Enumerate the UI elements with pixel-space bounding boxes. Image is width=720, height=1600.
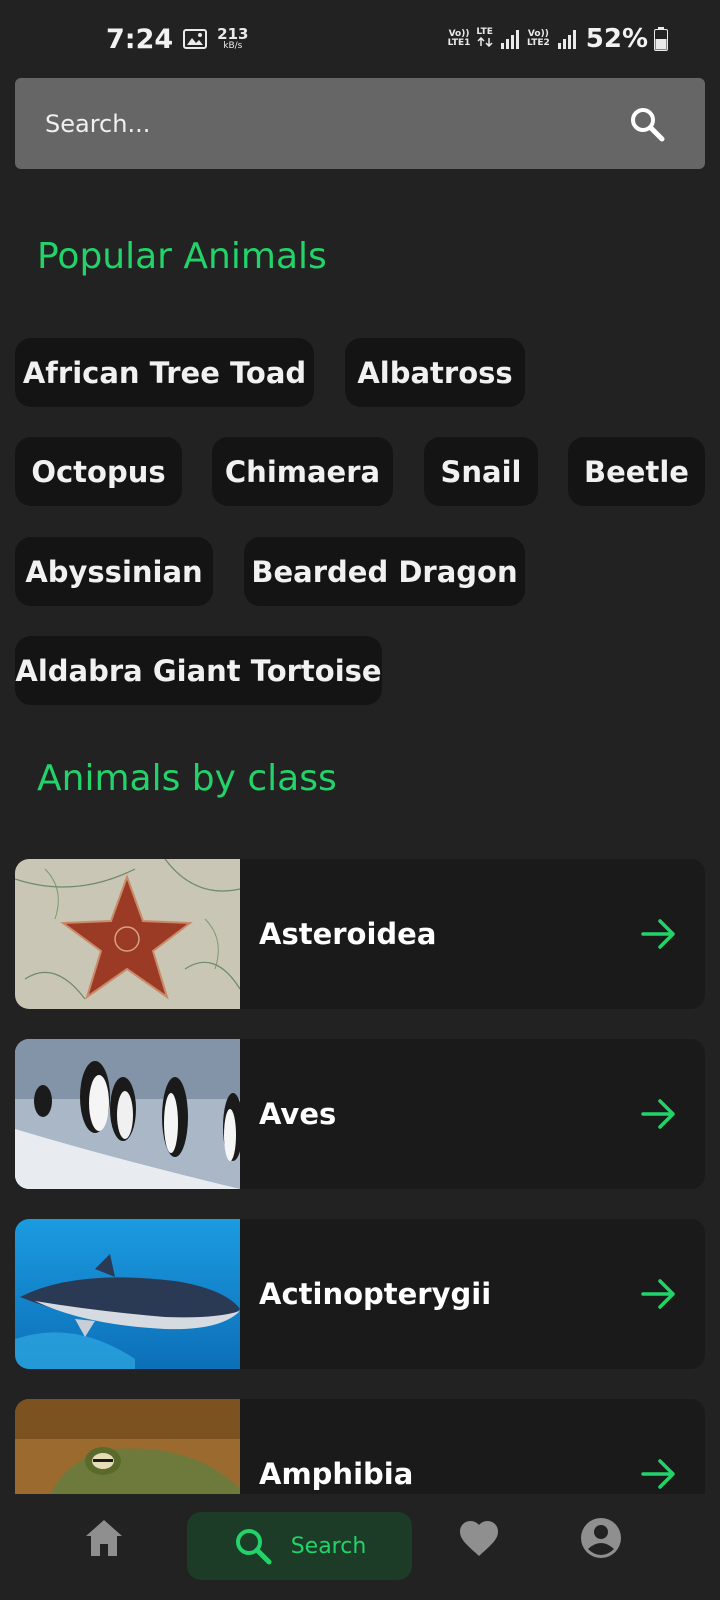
lte-label: LTE bbox=[476, 26, 493, 37]
network-speed-value: 213 bbox=[217, 25, 249, 43]
animals-by-class-title: Animals by class bbox=[37, 758, 337, 799]
network-speed-unit: kB/s bbox=[223, 41, 243, 51]
class-card-actinopterygii[interactable]: Actinopterygii bbox=[15, 1219, 705, 1369]
class-name: Asteroidea bbox=[259, 917, 437, 951]
arrow-right-icon bbox=[641, 1459, 675, 1489]
nav-favorites[interactable] bbox=[455, 1514, 503, 1562]
chip-abyssinian[interactable]: Abyssinian bbox=[15, 537, 213, 606]
search-icon bbox=[235, 1529, 272, 1565]
profile-icon bbox=[581, 1518, 621, 1558]
network-speed: 213 kB/s bbox=[217, 27, 248, 51]
penguins-photo bbox=[15, 1039, 240, 1189]
chip-bearded-dragon[interactable]: Bearded Dragon bbox=[244, 537, 525, 606]
heart-icon bbox=[460, 1521, 498, 1556]
class-name: Actinopterygii bbox=[259, 1277, 492, 1311]
chip-snail[interactable]: Snail bbox=[424, 437, 538, 506]
home-icon bbox=[86, 1520, 122, 1556]
class-card-asteroidea[interactable]: Asteroidea bbox=[15, 859, 705, 1009]
class-name: Amphibia bbox=[259, 1457, 414, 1491]
popular-animals-title: Popular Animals bbox=[37, 236, 327, 277]
arrow-right-icon bbox=[641, 1279, 675, 1309]
chip-african-tree-toad[interactable]: African Tree Toad bbox=[15, 338, 314, 407]
nav-home[interactable] bbox=[80, 1514, 128, 1562]
signal-strength-icon bbox=[557, 30, 576, 49]
signal-strength-icon bbox=[500, 30, 519, 49]
nav-search-label: Search bbox=[290, 1533, 367, 1559]
data-arrows-icon bbox=[477, 36, 493, 48]
nav-search[interactable]: Search bbox=[187, 1512, 412, 1580]
status-right: Vo)) LTE1 LTE Vo)) LTE2 52% bbox=[448, 24, 668, 54]
starfish-photo bbox=[15, 859, 240, 1009]
class-name: Aves bbox=[259, 1097, 337, 1131]
arrow-right-icon bbox=[641, 1099, 675, 1129]
sim1-label-bottom: LTE1 bbox=[447, 38, 471, 48]
chip-chimaera[interactable]: Chimaera bbox=[212, 437, 393, 506]
search-icon[interactable] bbox=[627, 104, 667, 144]
bottom-navigation: Search bbox=[0, 1494, 720, 1600]
tuna-photo bbox=[15, 1219, 240, 1369]
class-card-aves[interactable]: Aves bbox=[15, 1039, 705, 1189]
nav-profile[interactable] bbox=[577, 1514, 625, 1562]
chip-albatross[interactable]: Albatross bbox=[345, 338, 525, 407]
sim2-label-bottom: LTE2 bbox=[526, 38, 550, 48]
battery-percentage: 52% bbox=[585, 24, 648, 54]
status-bar: 7:24 213 kB/s Vo)) LTE1 LTE Vo)) LTE2 52… bbox=[0, 0, 720, 78]
search-bar bbox=[15, 78, 705, 169]
status-time: 7:24 bbox=[106, 23, 174, 55]
image-notification-icon bbox=[183, 29, 208, 49]
lte-data-label: LTE bbox=[476, 26, 493, 51]
chip-octopus[interactable]: Octopus bbox=[15, 437, 182, 506]
search-input[interactable] bbox=[45, 109, 545, 138]
arrow-right-icon bbox=[641, 919, 675, 949]
chip-beetle[interactable]: Beetle bbox=[568, 437, 705, 506]
chip-aldabra-giant-tortoise[interactable]: Aldabra Giant Tortoise bbox=[15, 636, 382, 705]
sim2-label: Vo)) LTE2 bbox=[526, 29, 550, 49]
status-left: 7:24 213 kB/s bbox=[106, 24, 248, 55]
sim1-label: Vo)) LTE1 bbox=[447, 29, 471, 49]
battery-icon bbox=[654, 27, 668, 51]
